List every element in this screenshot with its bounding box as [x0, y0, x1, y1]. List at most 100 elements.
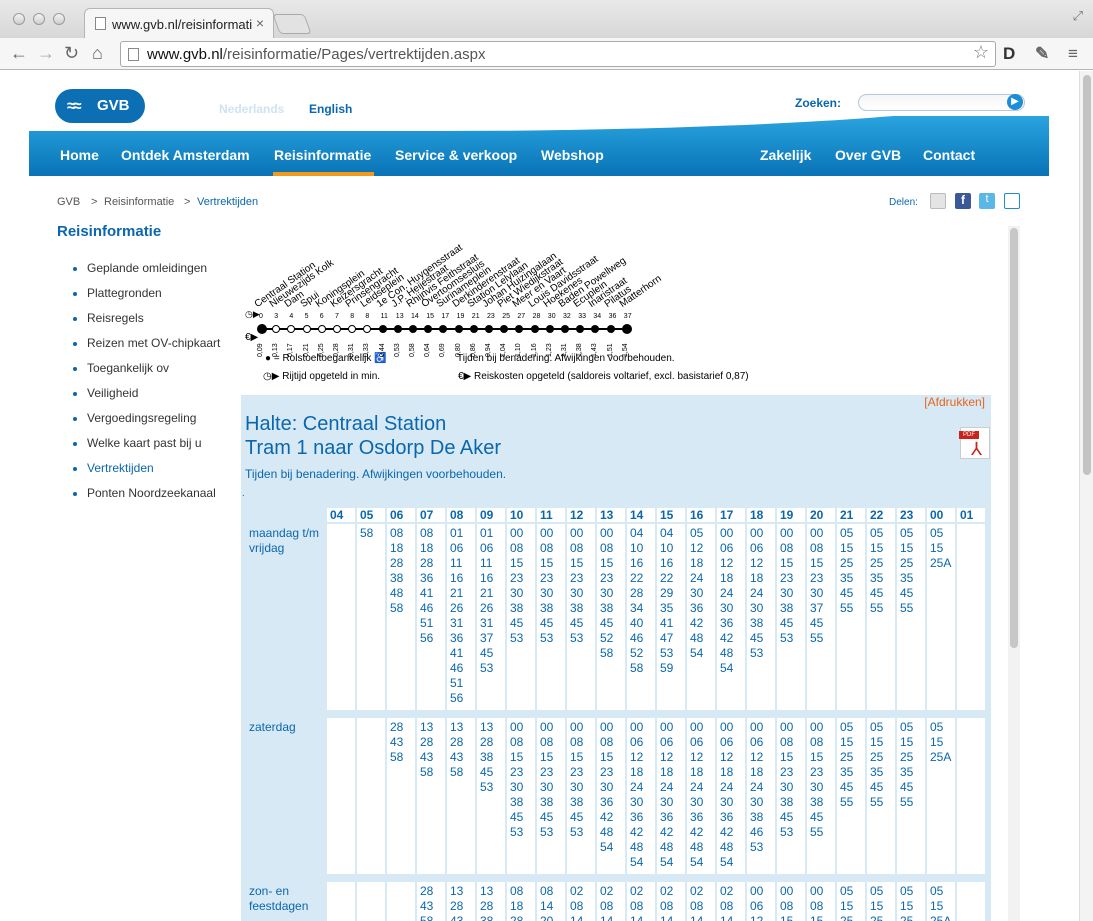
minute-value: 24	[720, 780, 734, 794]
facebook-icon[interactable]: f	[955, 193, 971, 209]
minute-value: 24	[690, 780, 704, 794]
minute-value: 08	[540, 735, 554, 749]
lang-nl-link[interactable]: Nederlands	[219, 102, 284, 116]
hour-header: 08	[447, 508, 475, 522]
menu-service[interactable]: Service & verkoop	[395, 147, 517, 163]
content-scroll-thumb[interactable]	[1010, 228, 1018, 648]
minute-value: 13	[420, 720, 434, 734]
close-tab-icon[interactable]: ×	[256, 15, 264, 31]
sidebar-item-reizen-ov[interactable]: Reizen met OV-chipkaart	[73, 336, 233, 351]
minimize-window-button[interactable]	[33, 13, 45, 25]
breadcrumb-current: Vertrektijden	[197, 196, 259, 208]
breadcrumb-gvb[interactable]: GVB	[57, 196, 80, 208]
minute-value: 06	[750, 541, 764, 555]
minute-value: 24	[630, 780, 644, 794]
sidebar-item-reisregels[interactable]: Reisregels	[73, 311, 233, 326]
close-window-button[interactable]	[13, 13, 25, 25]
gvb-logo[interactable]: ≈≈ GVB	[55, 89, 145, 123]
minutes-cell	[957, 718, 985, 874]
breadcrumb-reisinformatie[interactable]: Reisinformatie	[104, 196, 174, 208]
sidebar-item-vertrektijden[interactable]: Vertrektijden	[73, 461, 233, 476]
menu-ontdek[interactable]: Ontdek Amsterdam	[121, 147, 250, 163]
sidebar-item-vergoeding[interactable]: Vergoedingsregeling	[73, 411, 233, 426]
page-icon	[95, 17, 106, 30]
menu-icon[interactable]: ≡	[1068, 44, 1078, 64]
fullscreen-icon[interactable]: ⤢	[1073, 8, 1083, 24]
minute-value: 20	[540, 914, 554, 921]
zoom-window-button[interactable]	[53, 13, 65, 25]
sidebar-item-plattegronden[interactable]: Plattegronden	[73, 286, 233, 301]
minute-value: 35	[870, 765, 884, 779]
minutes-cell: 08 14 20	[537, 882, 565, 921]
sidebar-item-veiligheid[interactable]: Veiligheid	[73, 386, 233, 401]
menu-over-gvb[interactable]: Over GVB	[835, 147, 901, 163]
minute-value: 55	[870, 795, 884, 809]
sidebar-item-geplande-omleidingen[interactable]: Geplande omleidingen	[73, 261, 233, 276]
stop-price: 0,86	[469, 343, 477, 357]
pdf-icon[interactable]: PDF ⅄	[959, 427, 990, 459]
search-go-button[interactable]: ▶	[1007, 94, 1023, 110]
linkedin-icon[interactable]	[1004, 193, 1020, 209]
browser-tab[interactable]: www.gvb.nl/reisinformatie ×	[84, 8, 274, 38]
mail-icon[interactable]	[930, 193, 946, 209]
reload-icon[interactable]: ↻	[64, 42, 79, 64]
twitter-icon[interactable]: t	[979, 193, 995, 209]
stop-time: 25	[502, 313, 510, 320]
minutes-cell: 00 08 15 23 30 36 42 48 54	[597, 718, 625, 874]
content-scrollbar[interactable]	[1008, 226, 1020, 921]
home-icon[interactable]: ⌂	[92, 42, 103, 64]
minute-value: 28	[630, 586, 644, 600]
lang-en-link[interactable]: English	[309, 102, 352, 116]
menu-reisinformatie[interactable]: Reisinformatie	[274, 147, 371, 163]
minute-value: 22	[660, 571, 674, 585]
minute-value: 54	[600, 840, 614, 854]
minute-value: 18	[750, 571, 764, 585]
minute-value: 28	[420, 556, 434, 570]
hour-header: 13	[597, 508, 625, 522]
minute-value: 24	[750, 586, 764, 600]
stop-dot	[302, 325, 311, 333]
back-icon[interactable]: ←	[10, 42, 28, 64]
menu-home[interactable]: Home	[60, 147, 99, 163]
new-tab-button[interactable]	[272, 14, 312, 34]
minute-value: 36	[720, 616, 734, 630]
minute-value: 40	[630, 616, 644, 630]
minute-value: 45	[870, 586, 884, 600]
minute-value: 30	[750, 601, 764, 615]
wrench-icon[interactable]: ✎	[1035, 44, 1049, 64]
hour-header: 18	[747, 508, 775, 522]
page-scroll-thumb[interactable]	[1083, 75, 1091, 475]
minute-value: 13	[450, 720, 464, 734]
minutes-cell: 01 06 11 16 21 26 31 37 45 53	[477, 524, 505, 710]
minute-value: 43	[420, 750, 434, 764]
menu-webshop[interactable]: Webshop	[541, 147, 604, 163]
minute-value: 14	[720, 914, 734, 921]
sidebar-item-ponten[interactable]: Ponten Noordzeekanaal	[73, 486, 233, 501]
stop-dot	[257, 324, 267, 334]
stop-dot	[621, 324, 632, 334]
minute-value: 08	[720, 899, 734, 913]
sidebar-item-welke-kaart[interactable]: Welke kaart past bij u	[73, 436, 233, 451]
minute-value: 16	[450, 571, 464, 585]
minute-value: 30	[600, 586, 614, 600]
menu-zakelijk[interactable]: Zakelijk	[760, 147, 811, 163]
search-label: Zoeken:	[795, 96, 842, 110]
search-input[interactable]	[858, 94, 1025, 111]
stop-dot	[530, 325, 539, 333]
minutes-cell: 01 06 11 16 21 26 31 36 41 46 51 56	[447, 524, 475, 710]
address-bar[interactable]: www.gvb.nl/reisinformatie/Pages/vertrekt…	[120, 41, 996, 67]
stop-dot	[469, 325, 478, 333]
page-scrollbar[interactable]	[1079, 71, 1093, 921]
minute-value: 12	[690, 750, 704, 764]
minute-value: 48	[600, 825, 614, 839]
print-link[interactable]: [Afdrukken]	[924, 395, 985, 409]
minute-value: 05	[930, 526, 944, 540]
stop-time: 28	[532, 313, 541, 320]
extension-d-icon[interactable]: D	[1003, 44, 1015, 64]
forward-icon[interactable]: →	[37, 42, 55, 64]
sidebar-item-toegankelijk[interactable]: Toegankelijk ov	[73, 361, 233, 376]
menu-contact[interactable]: Contact	[923, 147, 975, 163]
minute-value: 15	[510, 750, 524, 764]
bookmark-star-icon[interactable]: ☆	[973, 42, 989, 63]
minute-value: 42	[690, 616, 704, 630]
